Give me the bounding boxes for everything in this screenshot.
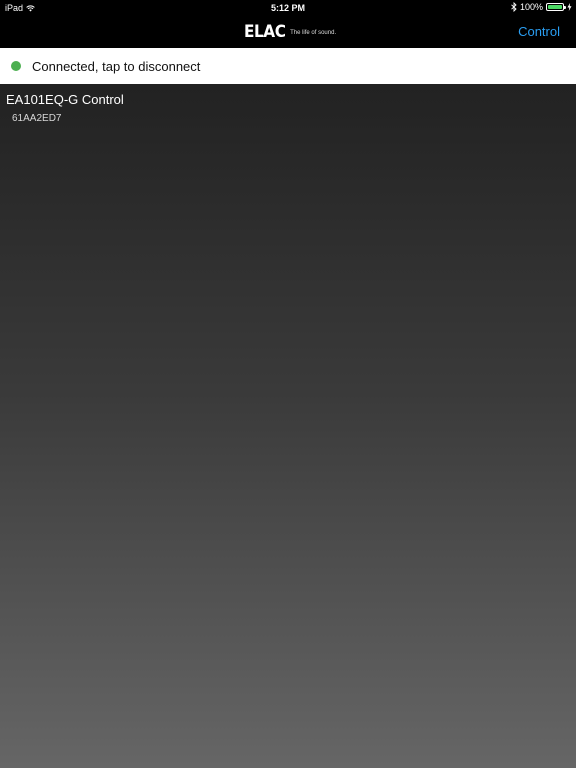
status-time: 5:12 PM: [270, 3, 305, 13]
logo-wordmark: ELAC: [244, 22, 286, 42]
status-right: 100%: [511, 2, 572, 12]
charging-icon: [567, 3, 572, 11]
bluetooth-icon: [511, 2, 517, 12]
battery-icon: [546, 3, 566, 11]
device-list-item[interactable]: EA101EQ-G Control 61AA2ED7: [0, 84, 576, 132]
elac-logo: ELAC The life of sound.: [244, 22, 336, 42]
device-id: 61AA2ED7: [12, 113, 62, 124]
logo-tagline: The life of sound.: [290, 29, 337, 36]
control-button[interactable]: Control: [518, 24, 560, 39]
device-list: EA101EQ-G Control 61AA2ED7: [0, 84, 576, 768]
app-screen: iPad 5:12 PM 100% ELAC The life of sound…: [0, 0, 576, 768]
status-bar: iPad 5:12 PM 100%: [0, 0, 576, 16]
battery-cap: [564, 6, 566, 9]
connection-status-text: Connected, tap to disconnect: [32, 58, 201, 74]
device-name: EA101EQ-G Control: [6, 92, 124, 107]
connection-banner[interactable]: Connected, tap to disconnect: [0, 48, 576, 84]
battery-level: [548, 5, 562, 9]
nav-bar: ELAC The life of sound. Control: [0, 16, 576, 48]
battery-percent: 100%: [519, 2, 543, 12]
connection-indicator-dot: [11, 61, 21, 71]
